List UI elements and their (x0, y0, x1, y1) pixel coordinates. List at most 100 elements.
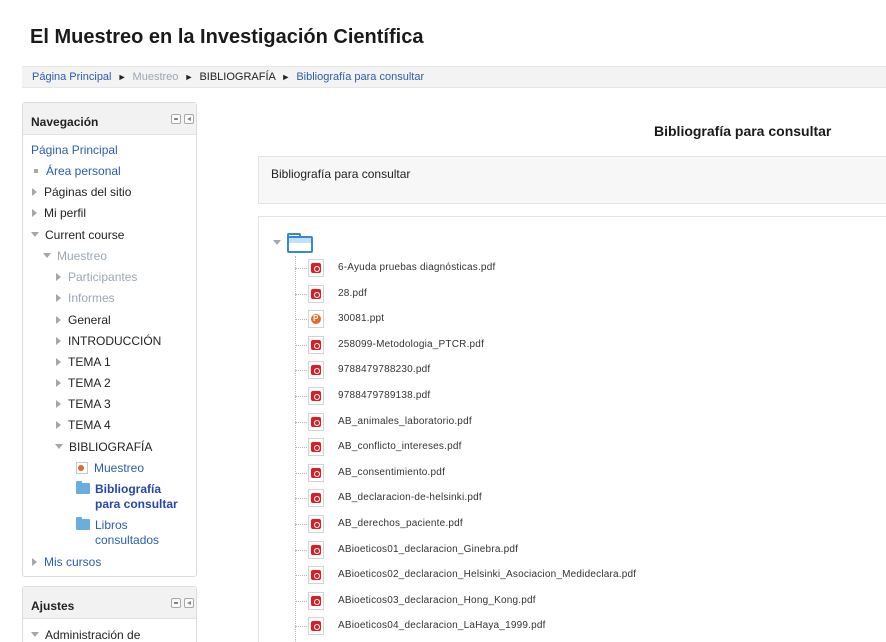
nav-item-bib-consultar[interactable]: Bibliografía (76, 481, 161, 496)
nav-mis-cursos-link[interactable]: Mis cursos (44, 555, 101, 569)
file-name-link[interactable]: AB_consentimiento.pdf (338, 467, 445, 478)
breadcrumb-course-link[interactable]: Muestreo (133, 71, 179, 83)
file-item[interactable]: AB_derechos_paciente.pdf (295, 514, 855, 536)
nav-item-paginas-sitio[interactable]: Páginas del sitio (32, 185, 131, 199)
pdf-file-icon[interactable] (308, 285, 324, 303)
file-name-link[interactable]: ABioeticos03_declaracion_Hong_Kong.pdf (338, 595, 536, 606)
file-item[interactable]: 9788479789138.pdf (295, 386, 855, 408)
pdf-file-icon[interactable] (308, 541, 324, 559)
nav-item-introduccion[interactable]: INTRODUCCIÓN (56, 334, 161, 348)
nav-item-bibliografia[interactable]: BIBLIOGRAFÍA (55, 440, 152, 454)
pdf-file-icon[interactable] (308, 617, 324, 635)
expand-arrow-icon (56, 273, 61, 281)
nav-item-tema1[interactable]: TEMA 1 (56, 355, 111, 369)
file-item[interactable]: AB_declaracion-de-helsinki.pdf (295, 488, 855, 510)
file-name-link[interactable]: 6-Ayuda pruebas diagnósticas.pdf (338, 262, 495, 273)
file-name-link[interactable]: AB_animales_laboratorio.pdf (338, 416, 472, 427)
collapse-arrow-icon (31, 632, 39, 637)
nav-home-link[interactable]: Página Principal (31, 143, 118, 157)
file-name-link[interactable]: 9788479789138.pdf (338, 390, 430, 401)
pdf-file-icon[interactable] (308, 592, 324, 610)
nav-item-label: Participantes (68, 270, 138, 284)
file-name-link[interactable]: 30081.ppt (338, 313, 384, 324)
nav-item-home[interactable]: Página Principal (31, 143, 118, 157)
file-name-link[interactable]: ABioeticos02_declaracion_Helsinki_Asocia… (338, 569, 636, 580)
nav-area-personal-link[interactable]: Área personal (46, 164, 121, 178)
file-item[interactable]: AB_conflicto_intereses.pdf (295, 437, 855, 459)
page-title: El Muestreo en la Investigación Científi… (30, 26, 424, 48)
expand-arrow-icon (56, 294, 61, 302)
nav-item-area-personal[interactable]: Área personal (32, 164, 121, 178)
pdf-file-icon[interactable] (308, 361, 324, 379)
folder-open-icon[interactable] (287, 233, 313, 253)
nav-item-bib-consultar-line2[interactable]: para consultar (95, 497, 178, 511)
pdf-file-icon[interactable] (308, 387, 324, 405)
hide-block-icon[interactable] (171, 114, 181, 124)
nav-item-participantes[interactable]: Participantes (56, 270, 137, 284)
dock-block-icon[interactable] (184, 114, 194, 124)
file-name-link[interactable]: AB_conflicto_intereses.pdf (338, 441, 462, 452)
pdf-file-icon[interactable] (308, 413, 324, 431)
dock-block-icon[interactable] (184, 598, 194, 608)
nav-item-tema3[interactable]: TEMA 3 (56, 397, 111, 411)
nav-item-label: General (68, 313, 111, 327)
nav-bib-consultar-link-line2[interactable]: para consultar (95, 497, 178, 511)
nav-bib-consultar-link[interactable]: Bibliografía (95, 482, 161, 496)
file-name-link[interactable]: AB_declaracion-de-helsinki.pdf (338, 492, 482, 503)
pdf-file-icon[interactable] (308, 489, 324, 507)
tree-connector (295, 319, 307, 320)
file-item[interactable]: ABioeticos04_declaracion_LaHaya_1999.pdf (295, 616, 855, 638)
collapse-arrow-icon (55, 444, 63, 449)
pdf-file-icon[interactable] (308, 566, 324, 584)
file-item[interactable]: AB_consentimiento.pdf (295, 463, 855, 485)
nav-bib-muestreo-link[interactable]: Muestreo (94, 461, 144, 475)
nav-libros-link-line2[interactable]: consultados (95, 533, 159, 547)
nav-item-mis-cursos[interactable]: Mis cursos (32, 555, 101, 569)
nav-item-bib-muestreo[interactable]: Muestreo (76, 461, 144, 475)
file-item[interactable]: ABioeticos02_declaracion_Helsinki_Asocia… (295, 565, 855, 587)
tree-connector (295, 626, 307, 627)
tree-connector (295, 370, 307, 371)
nav-item-muestreo[interactable]: Muestreo (43, 249, 107, 263)
nav-item-tema4[interactable]: TEMA 4 (56, 418, 111, 432)
nav-item-tema2[interactable]: TEMA 2 (56, 376, 111, 390)
file-name-link[interactable]: 258099-Metodologia_PTCR.pdf (338, 339, 484, 350)
pdf-file-icon[interactable] (308, 438, 324, 456)
hide-block-icon[interactable] (171, 598, 181, 608)
powerpoint-file-icon[interactable] (308, 310, 324, 328)
file-item[interactable]: AB_animales_laboratorio.pdf (295, 412, 855, 434)
breadcrumb-current-link[interactable]: Bibliografía para consultar (296, 71, 424, 83)
pdf-file-icon[interactable] (308, 515, 324, 533)
nav-item-current-course[interactable]: Current course (31, 228, 124, 242)
file-name-link[interactable]: 28.pdf (338, 288, 367, 299)
pdf-file-icon[interactable] (308, 259, 324, 277)
tree-connector (295, 396, 307, 397)
file-item[interactable]: ABioeticos01_declaracion_Ginebra.pdf (295, 540, 855, 562)
file-item[interactable]: 9788479788230.pdf (295, 360, 855, 382)
breadcrumb-home-link[interactable]: Página Principal (32, 71, 112, 83)
pdf-file-icon[interactable] (308, 464, 324, 482)
powerpoint-icon (76, 462, 88, 474)
nav-item-mi-perfil[interactable]: Mi perfil (32, 206, 86, 220)
nav-item-libros[interactable]: Libros (76, 517, 128, 532)
nav-item-libros-line2[interactable]: consultados (95, 533, 159, 547)
nav-item-general[interactable]: General (56, 313, 111, 327)
nav-item-informes[interactable]: Informes (56, 291, 115, 305)
file-name-link[interactable]: AB_derechos_paciente.pdf (338, 518, 463, 529)
pdf-file-icon[interactable] (308, 336, 324, 354)
breadcrumb-separator: ► (117, 72, 127, 82)
nav-libros-link[interactable]: Libros (95, 518, 128, 532)
file-item[interactable]: 30081.ppt (295, 309, 855, 331)
settings-item-admin[interactable]: Administración de (31, 628, 140, 642)
file-item[interactable]: 6-Ayuda pruebas diagnósticas.pdf (295, 258, 855, 280)
file-item[interactable]: 258099-Metodologia_PTCR.pdf (295, 335, 855, 357)
collapse-arrow-icon[interactable] (273, 240, 281, 245)
file-name-link[interactable]: ABioeticos01_declaracion_Ginebra.pdf (338, 544, 518, 555)
tree-connector (295, 524, 307, 525)
file-item[interactable]: 28.pdf (295, 284, 855, 306)
file-item[interactable]: ABioeticos03_declaracion_Hong_Kong.pdf (295, 591, 855, 613)
nav-item-label: Informes (68, 291, 115, 305)
file-name-link[interactable]: ABioeticos04_declaracion_LaHaya_1999.pdf (338, 620, 546, 631)
nav-item-label: Muestreo (57, 249, 108, 263)
file-name-link[interactable]: 9788479788230.pdf (338, 364, 430, 375)
